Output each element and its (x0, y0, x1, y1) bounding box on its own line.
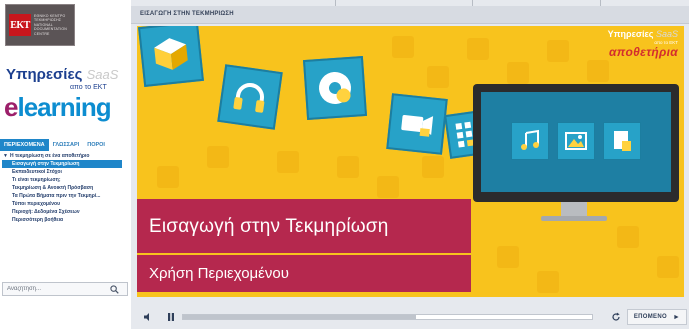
sidebar: EKT ΕΘΝΙΚΟ ΚΕΝΤΡΟ ΤΕΚΜΗΡΙΩΣΗΣ NATIONAL D… (0, 0, 130, 329)
toc-item[interactable]: Τεκμηρίωση & Ανοικτή Πρόσβαση (2, 184, 126, 192)
headphones-tile (217, 64, 283, 130)
slide-brand-logo: Υπηρεσίες SaaS απο το ΕΚΤ αποθετήρια (607, 29, 678, 59)
monitor-screen (481, 92, 671, 192)
brand-from: απο το ΕΚΤ (70, 84, 107, 91)
monitor-base (541, 216, 607, 221)
document-icon (614, 131, 631, 151)
section-title: ΕΙΣΑΓΩΓΗ ΣΤΗΝ ΤΕΚΜΗΡΙΩΣΗ (140, 11, 234, 17)
headphones-icon (233, 83, 265, 113)
slide: Εισαγωγή στην Τεκμηρίωση Χρήση Περιεχομέ… (137, 26, 684, 297)
elearning-logo: elearning (4, 92, 112, 122)
slide-subtitle: Χρήση Περιεχομένου (149, 265, 289, 282)
replay-button[interactable] (609, 310, 623, 324)
main-panel: ΕΙΣΑΓΩΓΗ ΣΤΗΝ ΤΕΚΜΗΡΙΩΣΗ Εισαγωγή στην Τ… (131, 0, 689, 329)
toc-item[interactable]: Περισσότερη βοήθεια (2, 216, 126, 224)
disc-icon (319, 72, 351, 105)
ekt-logo: EKT ΕΘΝΙΚΟ ΚΕΝΤΡΟ ΤΕΚΜΗΡΙΩΣΗΣ NATIONAL D… (5, 4, 75, 46)
cube-icon (154, 38, 188, 70)
tab-contents[interactable]: ΠΕΡΙΕΧΟΜΕΝΑ (0, 139, 49, 151)
search-icon[interactable] (110, 285, 119, 294)
search-box (2, 282, 128, 296)
music-tile (511, 122, 549, 160)
ekt-logo-text: ΕΘΝΙΚΟ ΚΕΝΤΡΟ ΤΕΚΜΗΡΙΩΣΗΣ NATIONAL DOCUM… (34, 13, 67, 36)
cube-tile (138, 26, 204, 87)
toc-item[interactable]: Εισαγωγή στην Τεκμηρίωση (2, 160, 122, 168)
toc-item[interactable]: Τύποι περιεχομένου (2, 200, 126, 208)
volume-button[interactable] (141, 310, 155, 324)
brand-services: Υπηρεσίες SaaS (6, 66, 119, 83)
pause-button[interactable] (164, 310, 178, 324)
pause-icon (168, 313, 174, 321)
monitor-illustration (473, 84, 679, 202)
progress-fill (183, 315, 417, 319)
toc-item[interactable]: Περιοχή: Δεδομένα Σχέσεων (2, 208, 126, 216)
next-button[interactable]: ΕΠΟΜΕΝΟ ► (627, 309, 687, 325)
chevron-right-icon: ► (672, 313, 681, 321)
slide-subtitle-band: Χρήση Περιεχομένου (137, 255, 471, 292)
sidebar-tabs: ΠΕΡΙΕΧΟΜΕΝΑ ΓΛΩΣΣΑΡΙ ΠΟΡΟΙ (0, 139, 124, 151)
slide-title-band: Εισαγωγή στην Τεκμηρίωση (137, 199, 471, 253)
player-controls: ΕΠΟΜΕΝΟ ► (131, 306, 689, 329)
toc-item[interactable]: Τι είναι τεκμηρίωση; (2, 176, 126, 184)
collapse-arrow-icon: ▼ (3, 153, 8, 159)
image-icon (565, 132, 587, 150)
toc-item[interactable]: Τα Πρώτα Βήματα πριν την Τεκμηρί... (2, 192, 126, 200)
replay-icon (612, 312, 620, 321)
section-title-bar: ΕΙΣΑΓΩΓΗ ΣΤΗΝ ΤΕΚΜΗΡΙΩΣΗ (131, 6, 689, 24)
progress-bar[interactable] (182, 314, 593, 320)
table-of-contents: ▼ Η τεκμηρίωση σε ένα αποθετήριο Εισαγωγ… (2, 152, 126, 224)
video-camera-icon (401, 115, 434, 137)
tab-resources[interactable]: ΠΟΡΟΙ (83, 139, 109, 151)
tab-glossary[interactable]: ΓΛΩΣΣΑΡΙ (49, 139, 84, 151)
search-input[interactable] (7, 286, 107, 292)
video-camera-tile (386, 93, 448, 155)
document-tile (603, 122, 641, 160)
image-tile (557, 122, 595, 160)
next-button-label: ΕΠΟΜΕΝΟ (633, 314, 667, 320)
toc-root-item[interactable]: ▼ Η τεκμηρίωση σε ένα αποθετήριο (2, 152, 126, 160)
volume-icon (144, 313, 149, 321)
slide-title: Εισαγωγή στην Τεκμηρίωση (149, 216, 389, 237)
music-note-icon (521, 129, 539, 150)
toc-item[interactable]: Εκπαιδευτικοί Στόχοι (2, 168, 126, 176)
disc-tile (302, 55, 368, 121)
ekt-logo-mark: EKT (9, 14, 31, 36)
monitor-stand (561, 202, 587, 216)
